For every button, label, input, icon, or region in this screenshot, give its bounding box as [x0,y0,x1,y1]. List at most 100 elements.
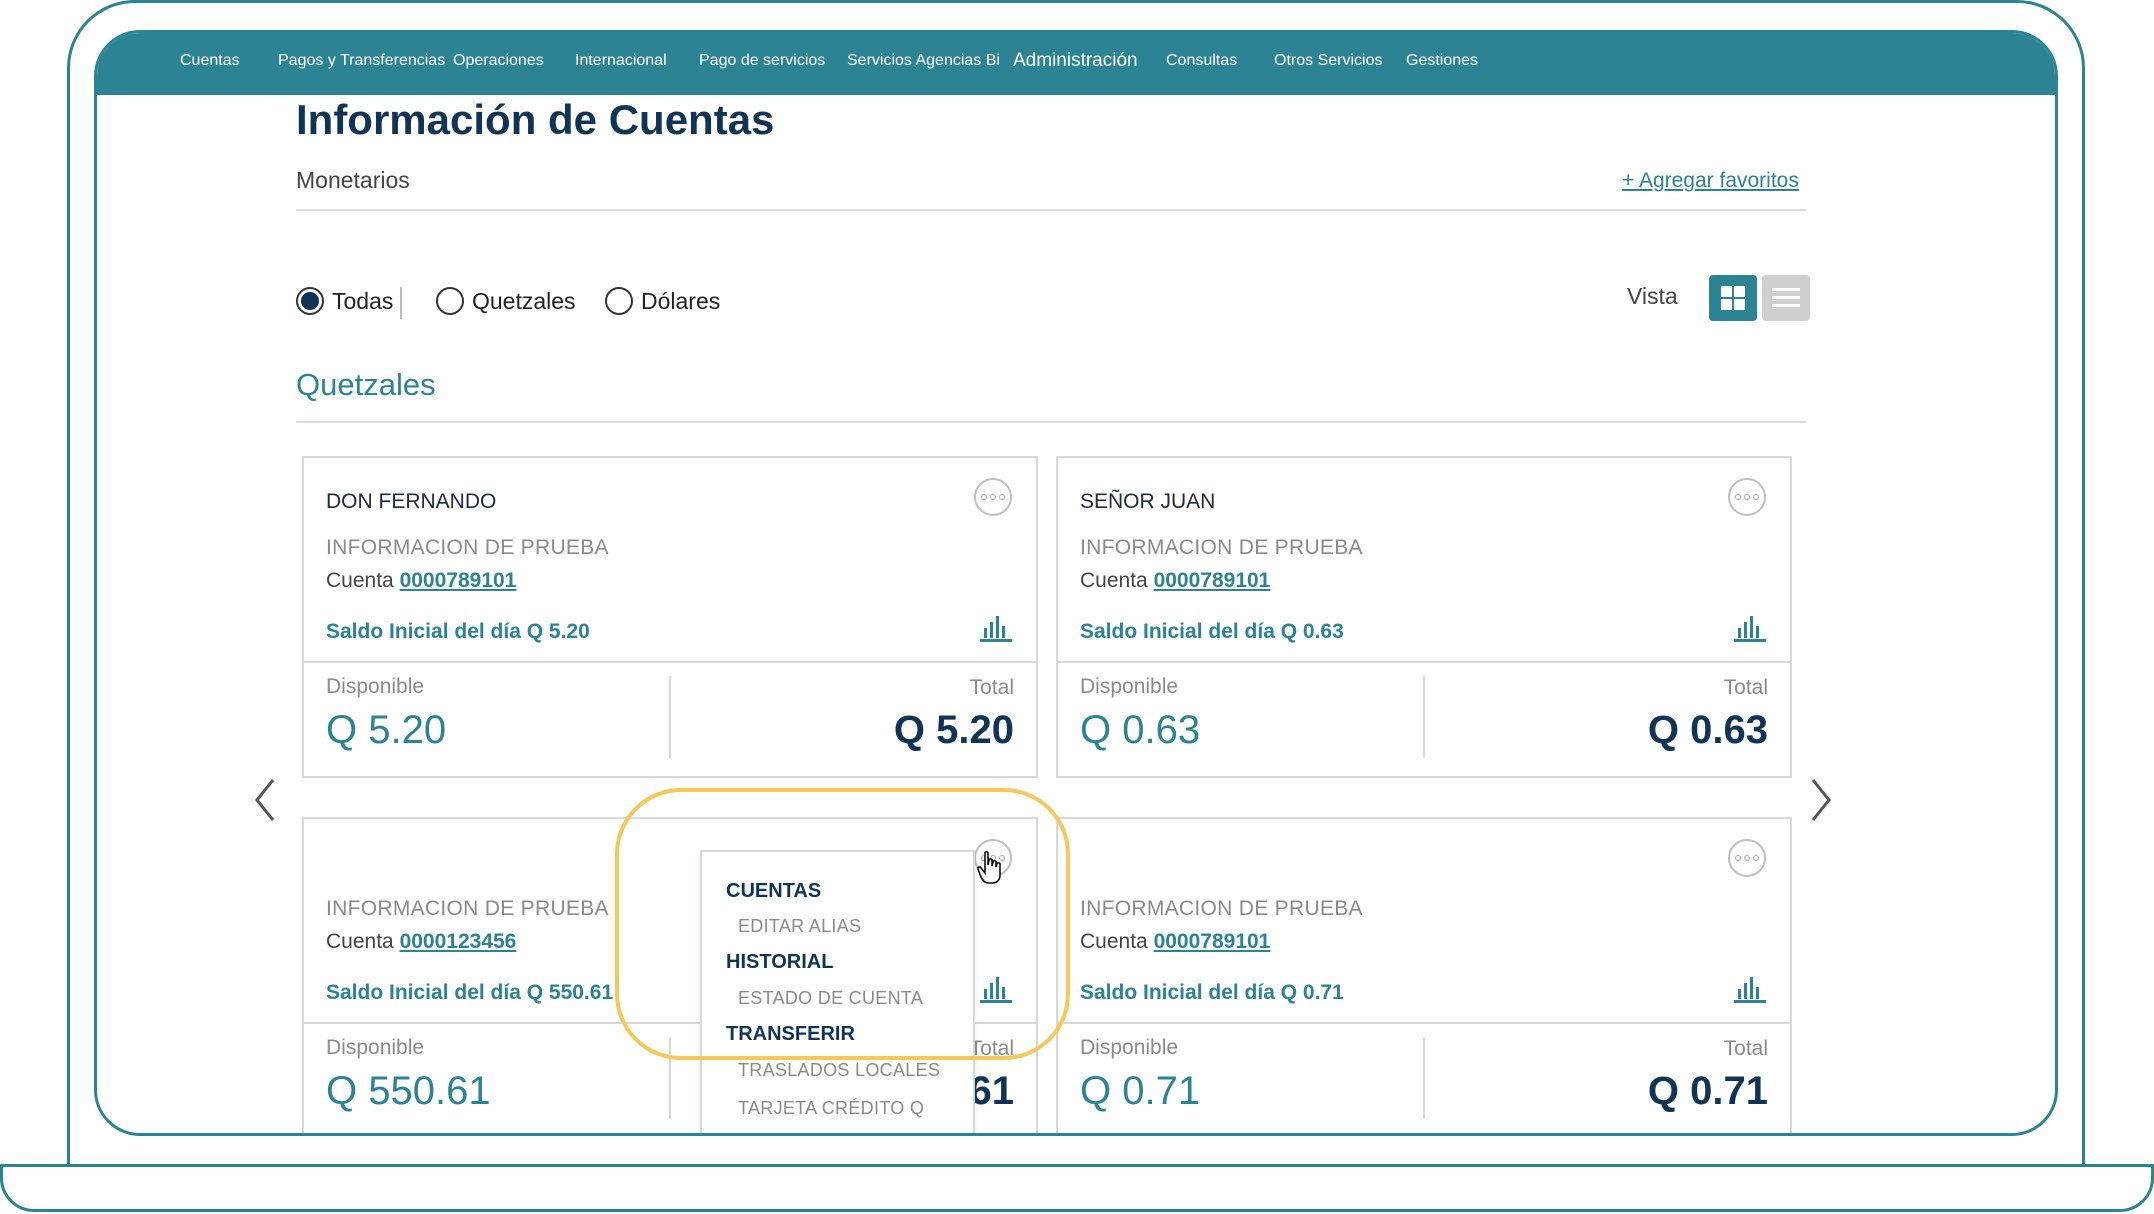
add-favorites-link[interactable]: + Agregar favoritos [1622,169,1799,193]
radio-label: Dólares [641,287,721,314]
card-vertical-divider [1423,676,1425,758]
account-options-menu: CUENTAS EDITAR ALIAS HISTORIAL ESTADO DE… [700,850,975,1133]
radio-quetzales[interactable]: Quetzales [436,287,576,315]
total-label: Total [1723,1037,1768,1060]
initial-balance: Saldo Inicial del día Q 0.63 [1080,620,1344,643]
nav-item-consultas[interactable]: Consultas [1166,52,1237,70]
bar-chart-icon[interactable] [980,975,1012,1003]
account-label: Cuenta [1080,569,1148,592]
section-title: Quetzales [296,367,436,402]
chevron-right-icon[interactable] [1809,778,1833,822]
total-label: Total [1723,676,1768,699]
filter-separator [400,287,402,319]
card-vertical-divider [669,1037,671,1119]
card-account: Cuenta 0000123456 [326,930,516,954]
account-number-link[interactable]: 0000789101 [1154,569,1271,592]
radio-circle [436,287,464,315]
radio-label: Todas [332,287,394,314]
card-account: Cuenta 0000789101 [1080,930,1270,954]
top-nav: Cuentas Pagos y Transferencias Operacion… [97,33,2055,95]
radio-circle-selected [296,287,324,315]
account-card[interactable]: SEÑOR JUAN INFORMACION DE PRUEBA Cuenta … [1056,456,1792,778]
page-subtitle: Monetarios [296,167,410,193]
card-vertical-divider [1423,1037,1425,1119]
nav-item-internacional[interactable]: Internacional [575,52,667,70]
card-info: INFORMACION DE PRUEBA [326,897,609,920]
grid-icon [1721,286,1745,310]
card-divider [1058,661,1790,663]
page-title: Información de Cuentas [296,96,775,143]
more-options-button[interactable] [1728,478,1766,516]
menu-section-historial[interactable]: HISTORIAL [726,951,833,974]
total-amount: Q 0.63 [1647,708,1768,752]
section-divider [296,421,1806,423]
nav-item-otros-servicios[interactable]: Otros Servicios [1274,52,1382,70]
card-account: Cuenta 0000789101 [1080,569,1270,593]
nav-item-gestiones[interactable]: Gestiones [1406,52,1478,70]
account-card[interactable]: INFORMACION DE PRUEBA Cuenta 0000789101 … [1056,817,1792,1133]
nav-item-administracion[interactable]: Administración [1013,50,1138,72]
nav-item-cuentas[interactable]: Cuentas [180,52,240,70]
account-number-link[interactable]: 0000123456 [400,930,517,953]
menu-item-estado-cuenta[interactable]: ESTADO DE CUENTA [738,988,923,1009]
available-amount: Q 550.61 [326,1069,491,1113]
card-divider [304,661,1036,663]
total-amount: 61 [969,1069,1015,1113]
menu-section-cuentas[interactable]: CUENTAS [726,880,821,903]
card-info: INFORMACION DE PRUEBA [1080,536,1363,559]
total-amount: Q 0.71 [1647,1069,1768,1113]
radio-label: Quetzales [472,287,576,314]
account-label: Cuenta [1080,930,1148,953]
menu-item-tarjeta-credito[interactable]: TARJETA CRÉDITO Q [738,1098,924,1119]
available-label: Disponible [326,675,425,698]
total-label: Total [969,676,1014,699]
menu-item-editar-alias[interactable]: EDITAR ALIAS [738,916,861,937]
more-options-button[interactable] [974,478,1012,516]
available-label: Disponible [1080,675,1179,698]
bar-chart-icon[interactable] [1734,614,1766,642]
available-amount: Q 5.20 [326,708,447,752]
hand-cursor-icon [977,851,1001,884]
menu-item-traslados-locales[interactable]: TRASLADOS LOCALES [738,1060,940,1081]
account-number-link[interactable]: 0000789101 [400,569,517,592]
available-label: Disponible [1080,1036,1179,1059]
account-label: Cuenta [326,569,394,592]
total-label: Total [969,1037,1014,1060]
nav-item-pago-servicios[interactable]: Pago de servicios [699,52,825,70]
header-divider [296,209,1806,211]
bar-chart-icon[interactable] [1734,975,1766,1003]
menu-section-transferir[interactable]: TRANSFERIR [726,1023,855,1046]
laptop-base [0,1164,2154,1212]
nav-item-pagos-transferencias[interactable]: Pagos y Transferencias [278,52,445,70]
card-divider [1058,1022,1790,1024]
list-icon [1772,288,1800,307]
initial-balance: Saldo Inicial del día Q 0.71 [1080,981,1344,1004]
view-label: Vista [1627,283,1678,309]
radio-todas[interactable]: Todas [296,287,393,315]
chevron-left-icon[interactable] [253,778,277,822]
initial-balance: Saldo Inicial del día Q 550.61 [326,981,614,1004]
nav-item-servicios-agencias[interactable]: Servicios Agencias Bi [847,52,1000,70]
card-info: INFORMACION DE PRUEBA [326,536,609,559]
nav-item-operaciones[interactable]: Operaciones [453,52,544,70]
available-label: Disponible [326,1036,425,1059]
account-number-link[interactable]: 0000789101 [1154,930,1271,953]
total-amount: Q 5.20 [893,708,1014,752]
list-view-button[interactable] [1762,275,1810,321]
card-alias: SEÑOR JUAN [1080,490,1216,513]
account-card[interactable]: DON FERNANDO INFORMACION DE PRUEBA Cuent… [302,456,1038,778]
radio-circle [605,287,633,315]
laptop-screen: Cuentas Pagos y Transferencias Operacion… [94,30,2058,1136]
available-amount: Q 0.63 [1080,708,1201,752]
available-amount: Q 0.71 [1080,1069,1201,1113]
more-options-button[interactable] [1728,839,1766,877]
card-vertical-divider [669,676,671,758]
radio-dolares[interactable]: Dólares [605,287,720,315]
bar-chart-icon[interactable] [980,614,1012,642]
card-account: Cuenta 0000789101 [326,569,516,593]
card-alias: DON FERNANDO [326,490,497,513]
grid-view-button[interactable] [1709,275,1757,321]
initial-balance: Saldo Inicial del día Q 5.20 [326,620,590,643]
card-info: INFORMACION DE PRUEBA [1080,897,1363,920]
account-label: Cuenta [326,930,394,953]
